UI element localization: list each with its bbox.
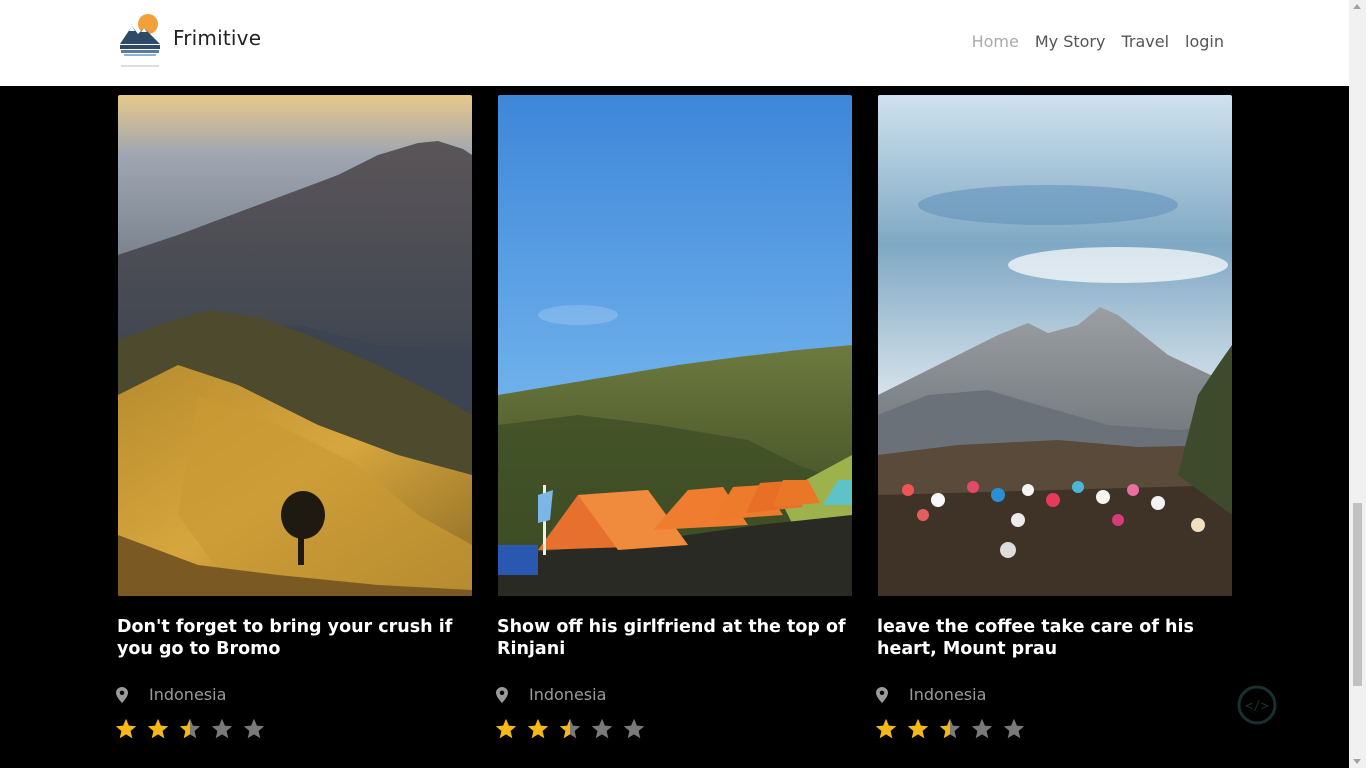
card-photo-2[interactable] [498,95,852,596]
card-photo-1[interactable] [118,95,472,596]
star-icon [1003,718,1025,739]
star-icon [179,718,201,739]
main-nav: Home My Story Travel login [972,32,1224,51]
star-icon [623,718,645,739]
story-card-1[interactable]: Don't forget to bring your crush if you … [115,95,474,741]
nav-home[interactable]: Home [972,32,1019,51]
location-pin-icon [116,686,128,703]
rating-stars-2 [494,717,854,741]
card-title-3[interactable]: leave the coffee take care of his heart,… [877,616,1233,660]
card-location-1: Indonesia [116,685,474,704]
nav-travel[interactable]: Travel [1121,32,1169,51]
star-icon [907,718,929,739]
scroll-thumb[interactable] [1353,503,1362,686]
location-pin-icon [876,686,888,703]
location-text: Indonesia [149,685,227,704]
star-icon [527,718,549,739]
location-pin-icon [496,686,508,703]
card-photo-3[interactable] [878,95,1232,596]
star-icon [211,718,233,739]
location-text: Indonesia [909,685,987,704]
card-title-2[interactable]: Show off his girlfriend at the top of Ri… [497,616,853,660]
story-card-3[interactable]: leave the coffee take care of his heart,… [875,95,1234,741]
star-icon [939,718,961,739]
navbar: Frimitive Home My Story Travel login [0,0,1349,86]
brand-name: Frimitive [173,26,262,50]
code-badge-icon[interactable]: </> [1233,681,1281,729]
scroll-down-arrow-icon[interactable] [1353,759,1361,764]
star-icon [875,718,897,739]
brand[interactable]: Frimitive [118,12,261,70]
rating-stars-1 [114,717,474,741]
star-icon [591,718,613,739]
star-icon [559,718,581,739]
card-location-3: Indonesia [876,685,1234,704]
star-icon [243,718,265,739]
mountain-logo[interactable] [118,12,162,70]
star-icon [971,718,993,739]
star-icon [115,718,137,739]
star-icon [147,718,169,739]
location-text: Indonesia [529,685,607,704]
nav-my-story[interactable]: My Story [1035,32,1106,51]
nav-login[interactable]: login [1185,32,1224,51]
card-title-1[interactable]: Don't forget to bring your crush if you … [117,616,473,660]
page: Frimitive Home My Story Travel login Don… [0,0,1366,768]
star-icon [495,718,517,739]
svg-text:</>: </> [1245,699,1269,714]
rating-stars-3 [874,717,1234,741]
card-location-2: Indonesia [496,685,854,704]
story-card-2[interactable]: Show off his girlfriend at the top of Ri… [495,95,854,741]
scroll-up-arrow-icon[interactable] [1353,4,1361,9]
page-scrollbar[interactable] [1349,0,1366,768]
